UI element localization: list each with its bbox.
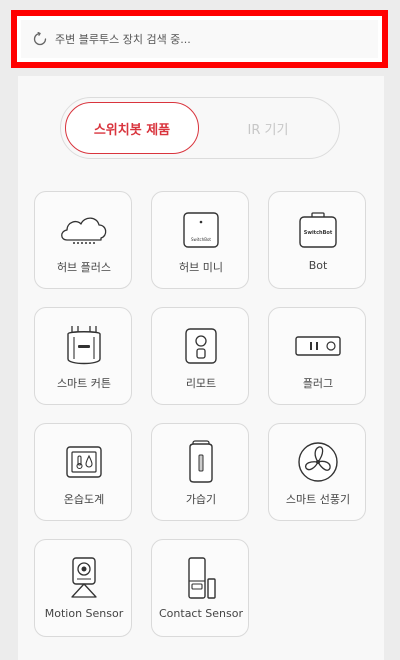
device-tile-motion-sensor[interactable]: Motion Sensor <box>34 539 132 637</box>
remote-icon <box>152 322 250 370</box>
device-label: 스마트 선풍기 <box>285 493 351 506</box>
device-label: 플러그 <box>302 377 334 390</box>
device-label: 온습도계 <box>63 493 105 506</box>
bot-icon: SwitchBot <box>269 206 367 254</box>
brand-logo: SwitchBot <box>304 230 333 236</box>
tab-switchbot-products[interactable]: 스위치봇 제품 <box>65 102 199 154</box>
device-tile-smart-fan[interactable]: 스마트 선풍기 <box>268 423 366 521</box>
device-tile-smart-curtain[interactable]: 스마트 커튼 <box>34 307 132 405</box>
curtain-icon <box>35 322 133 370</box>
device-label: 스마트 커튼 <box>56 377 112 390</box>
plug-icon <box>269 322 367 370</box>
device-tile-contact-sensor[interactable]: Contact Sensor <box>151 539 249 637</box>
tab-ir-devices[interactable]: IR 기기 <box>201 102 335 154</box>
humidifier-icon <box>152 438 250 486</box>
scan-status-banner: 주변 블루투스 장치 검색 중... <box>11 10 388 68</box>
device-tile-hub-mini[interactable]: SwitchBot 허브 미니 <box>151 191 249 289</box>
device-label: 허브 미니 <box>179 261 223 274</box>
device-tile-humidifier[interactable]: 가습기 <box>151 423 249 521</box>
device-label: Motion Sensor <box>44 607 124 620</box>
motion-sensor-icon <box>35 554 133 602</box>
device-selection-panel: 스위치봇 제품 IR 기기 허브 플러스 SwitchBot 허브 미니 Swi… <box>18 76 384 660</box>
device-type-toggle: 스위치봇 제품 IR 기기 <box>60 97 340 159</box>
scan-status-text: 주변 블루투스 장치 검색 중... <box>55 33 191 46</box>
thermometer-icon <box>35 438 133 486</box>
device-tile-bot[interactable]: SwitchBot Bot <box>268 191 366 289</box>
brand-logo: SwitchBot <box>191 237 211 242</box>
device-tile-remote[interactable]: 리모트 <box>151 307 249 405</box>
device-label: Contact Sensor <box>159 607 243 620</box>
device-label: 리모트 <box>185 377 217 390</box>
spinner-icon <box>33 32 47 46</box>
device-label: 가습기 <box>185 493 217 506</box>
scan-status-box: 주변 블루투스 장치 검색 중... <box>21 20 378 58</box>
hub-mini-icon: SwitchBot <box>152 206 250 254</box>
device-label: Bot <box>308 259 328 272</box>
fan-icon <box>269 438 367 486</box>
device-label: 허브 플러스 <box>56 261 112 274</box>
contact-sensor-icon <box>152 554 250 602</box>
cloud-hub-icon <box>35 206 133 254</box>
device-tile-hub-plus[interactable]: 허브 플러스 <box>34 191 132 289</box>
device-tile-plug[interactable]: 플러그 <box>268 307 366 405</box>
device-tile-thermo-hygrometer[interactable]: 온습도계 <box>34 423 132 521</box>
